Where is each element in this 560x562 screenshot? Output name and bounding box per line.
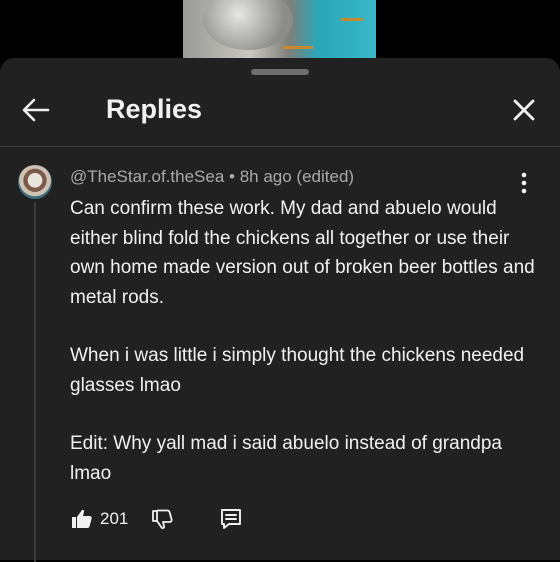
close-icon [508, 94, 540, 126]
comment-paragraph: Edit: Why yall mad i said abuelo instead… [70, 433, 502, 484]
back-button[interactable] [18, 92, 54, 128]
comment-actions: 201 [70, 504, 244, 534]
like-button[interactable]: 201 [70, 507, 128, 531]
close-button[interactable] [508, 94, 540, 126]
header-divider [0, 146, 560, 147]
dislike-button[interactable] [150, 507, 174, 531]
more-options-button[interactable] [514, 170, 534, 196]
like-count: 201 [100, 509, 129, 528]
comment-paragraph: When i was little i simply thought the c… [70, 345, 525, 396]
meta-separator: • [224, 167, 240, 186]
page-title: Replies [106, 94, 203, 124]
arrow-left-icon [18, 92, 54, 128]
comment-meta: @TheStar.of.theSea • 8h ago (edited) [70, 167, 354, 187]
reply-button[interactable] [218, 506, 244, 532]
video-thumbnail [183, 0, 376, 58]
comment-paragraph: Can confirm these work. My dad and abuel… [70, 198, 535, 308]
replies-panel: Replies @TheStar.of.theSea • 8h ago (edi… [0, 58, 560, 562]
chicken-feet-decoration [341, 8, 363, 21]
avatar[interactable] [18, 165, 52, 199]
comment-time: 8h ago (edited) [239, 167, 355, 186]
thread-line [34, 202, 36, 562]
comment-icon [218, 506, 244, 532]
thumbs-up-icon [70, 507, 94, 531]
more-vertical-icon [514, 170, 534, 196]
comment-author[interactable]: @TheStar.of.theSea [70, 167, 224, 186]
thumbs-down-icon [150, 507, 174, 531]
comment-body: Can confirm these work. My dad and abuel… [70, 194, 540, 488]
chicken-image [203, 0, 293, 50]
drag-handle[interactable] [251, 69, 309, 75]
video-player-area[interactable] [0, 0, 560, 60]
chicken-feet-decoration [283, 36, 313, 49]
